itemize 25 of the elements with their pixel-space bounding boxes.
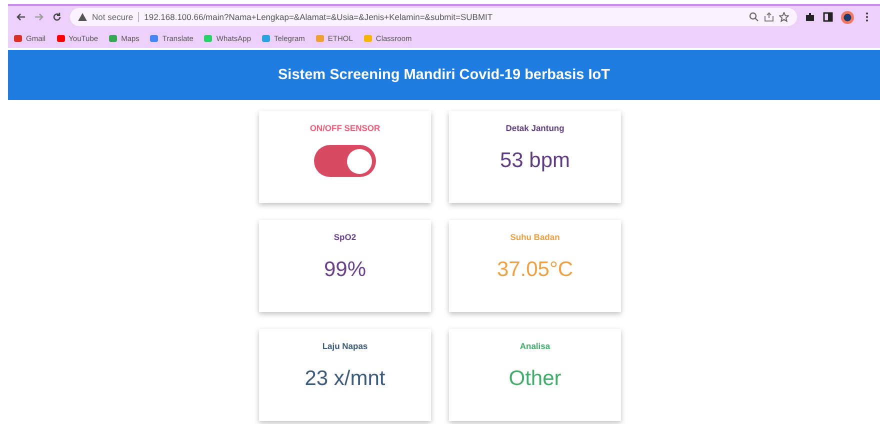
reload-icon[interactable] bbox=[52, 12, 62, 22]
card-label: Detak Jantung bbox=[506, 123, 564, 133]
card-label: ON/OFF SENSOR bbox=[310, 123, 380, 133]
puzzle-icon[interactable] bbox=[805, 12, 815, 22]
sidebar-icon[interactable] bbox=[823, 12, 833, 22]
card-label: Laju Napas bbox=[322, 341, 368, 351]
sensor-switch[interactable] bbox=[314, 145, 376, 177]
avatar-icon[interactable] bbox=[841, 10, 854, 24]
reading-value: 99% bbox=[324, 258, 366, 282]
star-icon[interactable] bbox=[779, 12, 789, 22]
address-bar[interactable]: Not secure 192.168.100.66/main?Nama+Lengkap=&Alamat=&Usia=&Jenis+Kelamin=&submit=SUBMIT bbox=[70, 8, 797, 26]
warning-icon bbox=[78, 13, 87, 21]
reading-value: 37.05°C bbox=[496, 258, 574, 282]
share-icon[interactable] bbox=[764, 12, 774, 22]
reading-value: 53 bpm bbox=[500, 149, 570, 173]
card-label: Analisa bbox=[520, 341, 550, 351]
card-label: Suhu Badan bbox=[510, 232, 560, 242]
card-label: SpO2 bbox=[334, 232, 356, 242]
reading-value: 23 x/mnt bbox=[304, 367, 386, 391]
zoom-icon[interactable] bbox=[749, 12, 759, 22]
security-label: Not secure bbox=[92, 12, 140, 22]
url-text: 192.168.100.66/main?Nama+Lengkap=&Alamat=&Usia=&Jenis+Kelamin=&submit=SUBMIT bbox=[144, 12, 493, 22]
back-icon[interactable] bbox=[16, 12, 26, 22]
page-header: Sistem Screening Mandiri Covid-19 berbasis IoT bbox=[8, 50, 880, 100]
reading-value: Other bbox=[508, 367, 562, 391]
